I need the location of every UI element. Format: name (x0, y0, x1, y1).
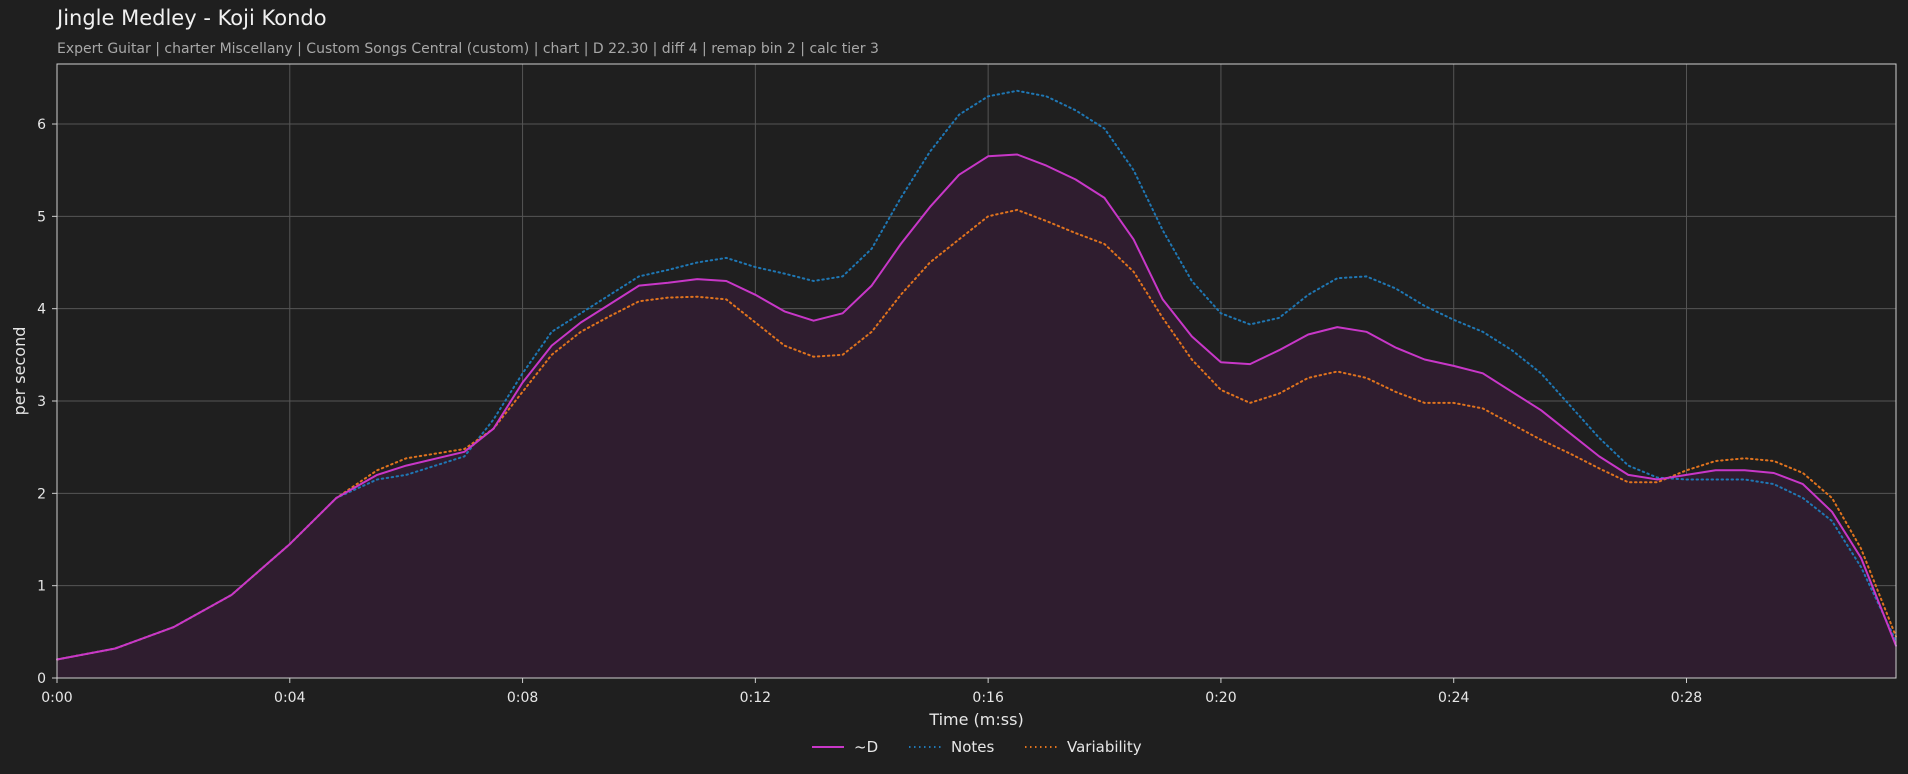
x-tick-label: 0:04 (274, 690, 306, 706)
y-tick-label: 0 (37, 671, 46, 687)
y-tick-label: 6 (37, 117, 46, 133)
legend: ~D Notes Variability (812, 738, 1142, 756)
x-tick-label: 0:20 (1205, 690, 1236, 706)
legend-label: ~D (854, 738, 878, 756)
y-axis: 0 1 2 3 4 5 6 (37, 117, 57, 687)
x-tick-label: 0:08 (507, 690, 538, 706)
x-tick-label: 0:16 (972, 690, 1004, 706)
y-tick-label: 2 (37, 486, 46, 502)
x-tick-label: 0:00 (41, 690, 72, 706)
x-tick-label: 0:28 (1671, 690, 1702, 706)
y-tick-label: 3 (37, 394, 46, 410)
legend-label: Variability (1067, 738, 1142, 756)
x-axis-label: Time (m:ss) (928, 710, 1023, 729)
chart-container: Jingle Medley - Koji Kondo Expert Guitar… (0, 0, 1908, 774)
chart-svg: 0:00 0:04 0:08 0:12 0:16 0:20 0:24 0:28 0 1 2 3 4 5 6… (10, 63, 1897, 756)
x-axis: 0:00 0:04 0:08 0:12 0:16 0:20 0:24 0:28 (41, 678, 1702, 706)
y-tick-label: 4 (37, 302, 46, 318)
legend-item-d: ~D (812, 738, 878, 756)
legend-item-notes: Notes (909, 738, 995, 756)
x-tick-label: 0:24 (1438, 690, 1470, 706)
legend-label: Notes (951, 738, 995, 756)
y-tick-label: 1 (37, 579, 46, 595)
y-tick-label: 5 (37, 209, 46, 225)
y-axis-label: per second (10, 327, 29, 416)
x-tick-label: 0:12 (740, 690, 771, 706)
legend-item-variability: Variability (1025, 738, 1142, 756)
